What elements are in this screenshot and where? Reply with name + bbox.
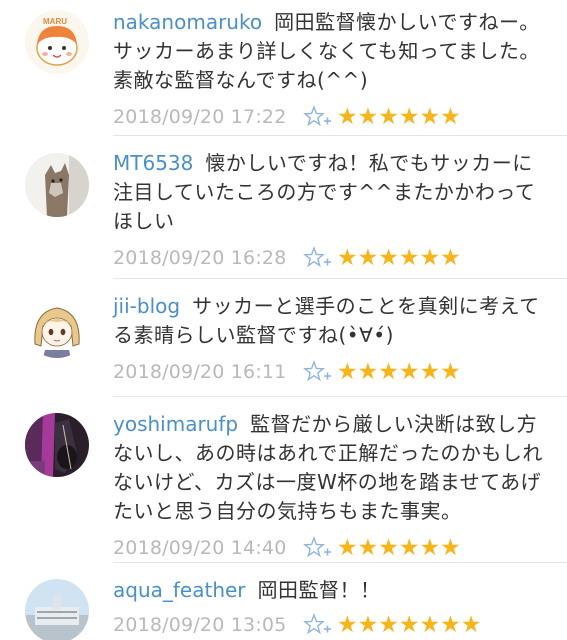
comment-meta: 2018/09/20 16:28 ★★★★★★	[113, 244, 543, 272]
building-photo-icon	[25, 579, 89, 640]
avatar[interactable]	[25, 153, 89, 217]
add-star-icon[interactable]	[303, 536, 333, 560]
comment-text: aqua_feather 岡田監督！！	[113, 576, 543, 605]
add-star-icon[interactable]	[303, 246, 333, 270]
maru-character-icon: MARU	[25, 10, 89, 74]
star-rating[interactable]: ★★★★★★★	[337, 613, 481, 637]
comment-text: yoshimarufp 監督だから厳しい決断は致し方ないし、あの時はあれで正解だっ…	[113, 410, 543, 526]
username-link[interactable]: yoshimarufp	[113, 412, 238, 436]
add-star-icon[interactable]	[303, 613, 333, 637]
star-rating[interactable]: ★★★★★★	[337, 360, 461, 384]
comment-meta: 2018/09/20 13:05 ★★★★★★★	[113, 611, 543, 639]
divider	[113, 278, 567, 279]
timestamp: 2018/09/20 16:28	[113, 247, 287, 269]
timestamp: 2018/09/20 17:22	[113, 106, 287, 128]
avatar[interactable]	[25, 413, 89, 477]
avatar[interactable]	[25, 579, 89, 640]
timestamp: 2018/09/20 14:40	[113, 537, 287, 559]
divider	[113, 562, 567, 563]
divider	[113, 135, 567, 136]
timestamp: 2018/09/20 16:11	[113, 361, 287, 383]
avatar[interactable]: MARU	[25, 10, 89, 74]
svg-text:MARU: MARU	[43, 17, 67, 26]
star-rating[interactable]: ★★★★★★	[337, 105, 461, 129]
username-link[interactable]: MT6538	[113, 151, 193, 175]
username-link[interactable]: jii-blog	[113, 294, 180, 318]
comment-text: jii-blog サッカーと選手のことを真剣に考えてる素晴らしい監督ですね(•̀∀…	[113, 292, 543, 350]
comment-text: MT6538 懐かしいですね！私でもサッカーに注目していたころの方です^^またかか…	[113, 149, 543, 236]
cat-photo-icon	[25, 153, 89, 217]
username-link[interactable]: nakanomaruko	[113, 10, 262, 34]
star-comment-feed: MARU nakanomaruko 岡田監督懐かしいですねー。サッカーあまり詳しく…	[0, 0, 567, 640]
avatar[interactable]	[25, 294, 89, 358]
comment-meta: 2018/09/20 16:11 ★★★★★★	[113, 358, 543, 386]
guitar-photo-icon	[25, 413, 89, 477]
add-star-icon[interactable]	[303, 105, 333, 129]
star-rating[interactable]: ★★★★★★	[337, 246, 461, 270]
star-rating[interactable]: ★★★★★★	[337, 536, 461, 560]
timestamp: 2018/09/20 13:05	[113, 614, 287, 636]
username-link[interactable]: aqua_feather	[113, 578, 246, 602]
comment-meta: 2018/09/20 14:40 ★★★★★★	[113, 534, 543, 562]
comment-text: nakanomaruko 岡田監督懐かしいですねー。サッカーあまり詳しくなくても知…	[113, 8, 543, 95]
comment-meta: 2018/09/20 17:22 ★★★★★★	[113, 103, 543, 131]
anime-girl-icon	[25, 294, 89, 358]
add-star-icon[interactable]	[303, 360, 333, 384]
comment-body: 岡田監督！！	[257, 578, 381, 602]
divider	[113, 396, 567, 397]
